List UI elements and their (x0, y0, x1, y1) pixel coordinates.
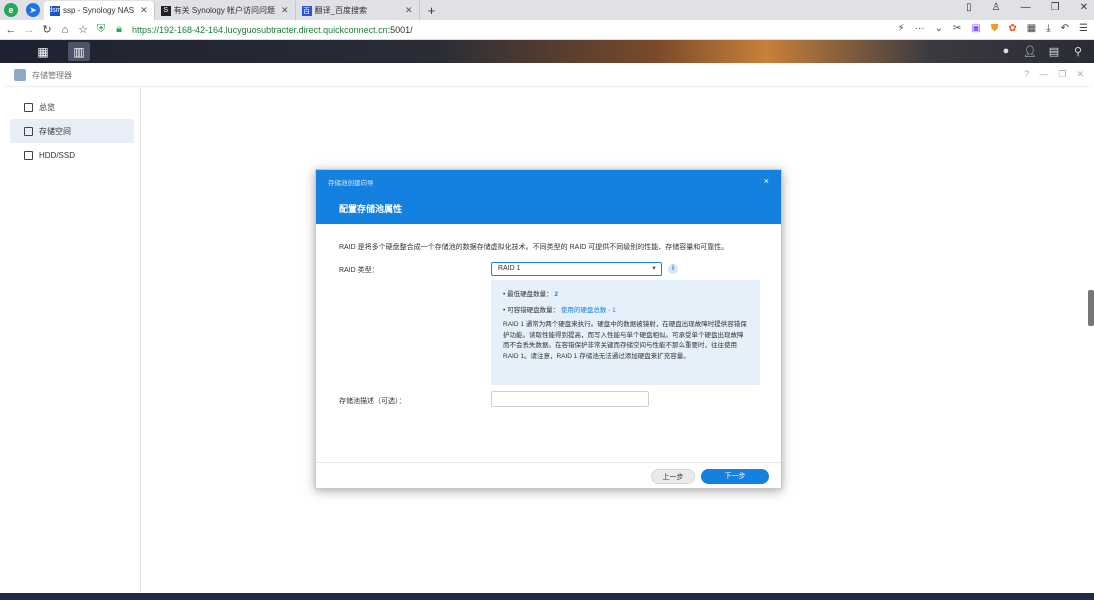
tab-label: 有关 Synology 帐户访问问题 (173, 6, 276, 15)
tab-close-icon[interactable]: ✕ (405, 5, 413, 16)
storage-icon (24, 126, 33, 136)
tolerance-row: • 可容错硬盘数量： 使用的硬盘总数 - 1 (503, 307, 616, 314)
os-taskbar (0, 593, 1094, 600)
sidebar-item-label: 存储空间 (39, 126, 71, 136)
flash-icon[interactable]: ⚡ (898, 23, 905, 34)
sidebar: 总览 存储空间 HDD/SSD (4, 87, 141, 593)
raid-type-select[interactable]: RAID 1 ▼ (491, 262, 662, 276)
url-port: :5001/ (387, 24, 413, 35)
widgets-icon[interactable]: ▤ (1046, 43, 1062, 59)
tolerance-value: 使用的硬盘总数 - 1 (560, 307, 616, 314)
tab-synology-help[interactable]: S 有关 Synology 帐户访问问题 ✕ (155, 1, 296, 20)
restore-icon[interactable]: ❐ (1058, 69, 1066, 80)
minimize-icon[interactable]: — (1039, 69, 1048, 80)
chat-icon[interactable]: ● (998, 43, 1014, 59)
game-icon[interactable]: ✿ (1008, 23, 1016, 34)
wizard-footer: 上一步 下一步 (316, 462, 781, 490)
pin-icon[interactable]: ▯ (966, 2, 972, 13)
shirt-icon[interactable]: ♙ (992, 2, 1001, 13)
min-disks-row: • 最低硬盘数量： 2 (503, 291, 559, 298)
app-window-controls: ? — ❐ ✕ (1024, 69, 1084, 80)
sidebar-item-overview[interactable]: 总览 (10, 95, 134, 119)
tab-close-icon[interactable]: ✕ (140, 5, 148, 16)
tab-baidu[interactable]: 百 翻译_百度搜索 ✕ (296, 1, 420, 20)
disk-icon (24, 150, 33, 160)
browser-tabbar: e ➤ dsm ssp - Synology NAS ✕ S 有关 Synolo… (0, 0, 1094, 20)
dsm-taskbar: ▦ ▥ ● 👤︎ ▤ ⚲ (0, 40, 1094, 63)
scrollbar-handle[interactable] (1088, 290, 1094, 326)
url-field[interactable]: https://192-168-42-164.lucyguosubtracter… (132, 25, 413, 35)
raid-info-box: • 最低硬盘数量： 2 • 可容错硬盘数量： 使用的硬盘总数 - 1 RAID … (491, 280, 760, 385)
address-bar: ← → ↻ ⌂ ☆ ⛨ 🔒︎ https://192-168-42-164.lu… (0, 20, 1094, 40)
sidebar-item-hdd[interactable]: HDD/SSD (10, 143, 134, 167)
send-icon[interactable]: ➤ (26, 3, 40, 17)
close-icon[interactable]: × (764, 176, 769, 186)
tolerance-label: 可容错硬盘数量： (507, 307, 560, 314)
tab-label: ssp - Synology NAS (63, 6, 135, 15)
app-window-header: 存储管理器 ? — ❐ ✕ (4, 63, 1090, 87)
raid-type-value: RAID 1 (498, 265, 521, 272)
wizard-name: 存储池创建向导 (328, 180, 374, 187)
chevron-down-icon[interactable]: ⌄ (935, 23, 943, 34)
download-icon[interactable]: ⤓ (1046, 23, 1050, 34)
wizard-title: 配置存储池属性 (339, 204, 403, 214)
shield-ext-icon[interactable]: ⛊ (991, 23, 999, 34)
forward-icon[interactable]: → (22, 24, 36, 36)
main-menu-icon[interactable]: ▦ (32, 42, 54, 61)
lock-icon: 🔒︎ (116, 23, 122, 35)
new-tab-button[interactable]: + (420, 1, 444, 20)
overview-icon (24, 102, 33, 112)
min-disks-value: 2 (554, 291, 559, 298)
close-icon[interactable]: ✕ (1080, 2, 1088, 13)
chevron-down-icon: ▼ (651, 266, 657, 272)
min-disks-label: 最低硬盘数量： (507, 291, 553, 298)
more-icon[interactable]: ··· (915, 23, 925, 34)
storage-manager-taskbar-icon[interactable]: ▥ (68, 42, 90, 61)
minimize-icon[interactable]: — (1021, 2, 1031, 13)
browser-logo-icon[interactable]: e (4, 3, 18, 17)
sidebar-item-label: HDD/SSD (39, 150, 76, 160)
storage-manager-icon (14, 69, 26, 81)
tab-close-icon[interactable]: ✕ (281, 5, 289, 16)
undo-icon[interactable]: ↶ (1061, 23, 1069, 34)
pool-description-label: 存储池描述（可选）： (339, 398, 406, 405)
toolbar-right: ⚡ ··· ⌄ ✂ ▣ ⛊ ✿ ▦ ⤓ ↶ ☰ (898, 23, 1088, 34)
scissors-icon[interactable]: ✂ (953, 23, 961, 34)
reload-icon[interactable]: ↻ (40, 23, 54, 36)
apps-icon[interactable]: ▦ (1027, 23, 1036, 34)
help-icon[interactable]: ? (1024, 69, 1029, 80)
back-icon[interactable]: ← (4, 24, 18, 36)
sidebar-item-label: 总览 (39, 102, 55, 112)
previous-button[interactable]: 上一步 (651, 469, 695, 484)
tab-label: 翻译_百度搜索 (314, 6, 368, 15)
dsm-right-icons: ● 👤︎ ▤ ⚲ (998, 43, 1086, 59)
wizard-header: 存储池创建向导 配置存储池属性 × (316, 170, 781, 224)
next-button[interactable]: 下一步 (701, 469, 769, 484)
raid-description: RAID 是将多个硬盘整合成一个存储池的数据存储虚拟化技术。不同类型的 RAID… (339, 244, 729, 251)
search-icon[interactable]: ⚲ (1070, 43, 1086, 59)
window-controls: ▯ ♙ — ❐ ✕ (966, 2, 1088, 13)
restore-icon[interactable]: ❐ (1051, 2, 1060, 13)
sidebar-item-storage[interactable]: 存储空间 (10, 119, 134, 143)
info-icon[interactable]: i (668, 264, 678, 274)
home-icon[interactable]: ⌂ (58, 24, 72, 36)
close-icon[interactable]: ✕ (1076, 69, 1084, 80)
shield-icon[interactable]: ⛨ (94, 23, 108, 36)
pool-description-input[interactable] (491, 391, 649, 407)
app-title: 存储管理器 (32, 71, 72, 80)
extension-icon[interactable]: ▣ (971, 23, 980, 34)
tab-synology[interactable]: dsm ssp - Synology NAS ✕ (44, 1, 155, 20)
raid-explanation: RAID 1 通常为两个硬盘来执行。硬盘中的数据被镜射，在硬盘出现故障时提供容错… (503, 321, 747, 360)
s-icon: S (160, 5, 171, 16)
menu-icon[interactable]: ☰ (1079, 23, 1088, 34)
user-icon[interactable]: 👤︎ (1022, 43, 1038, 59)
star-icon[interactable]: ☆ (76, 23, 90, 36)
raid-type-label: RAID 类型： (339, 267, 379, 274)
syno-icon: dsm (48, 5, 62, 16)
baidu-icon: 百 (301, 5, 312, 16)
url-host: https://192-168-42-164.lucyguosubtracter… (132, 24, 388, 35)
storage-pool-wizard: 存储池创建向导 配置存储池属性 × RAID 是将多个硬盘整合成一个存储池的数据… (315, 169, 782, 489)
